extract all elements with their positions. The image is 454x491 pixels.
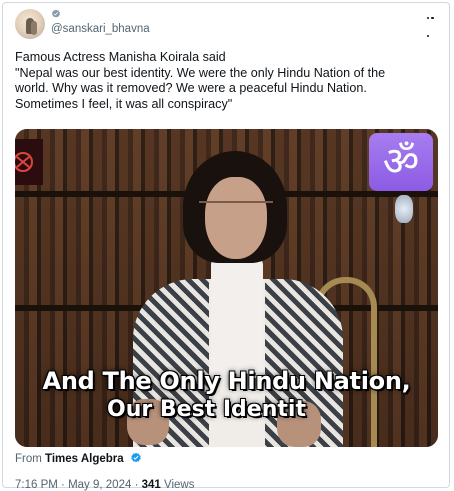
post-meta: 7:16 PM · May 9, 2024 · 341 Views [15,479,194,491]
post-date[interactable]: May 9, 2024 [68,479,131,491]
post-text-line: "Nepal was our best identity. We were th… [15,65,386,80]
post-text: Famous Actress Manisha Koirala said "Nep… [15,50,435,112]
post-time[interactable]: 7:16 PM [15,479,58,491]
post-text-line: Sometimes I feel, it was all conspiracy" [15,96,233,111]
meta-separator: · [134,479,139,491]
meta-separator: · [61,479,65,491]
channel-logo-icon [15,139,43,185]
source-prefix: From [15,453,42,465]
source-attribution: From Times Algebra [15,452,142,465]
post-text-line: world. Why was it removed? We were a pea… [15,81,367,96]
video-caption-line: And The Only Hindu Nation, [42,367,411,395]
views-label: Views [164,479,195,491]
om-badge-icon: ॐ [369,133,433,191]
lamp-image [395,195,413,223]
verified-badge-blue-icon [131,452,141,463]
views-count: 341 [141,479,161,491]
post-card: @sanskari_bhavna Famous Actress Manisha … [2,2,450,491]
video-caption-line: Our Best Identit [107,397,306,422]
post-text-line: Famous Actress Manisha Koirala said [15,50,226,64]
source-name-link[interactable]: Times Algebra [45,453,124,465]
verified-badge-gray-icon [52,9,60,18]
author-handle[interactable]: @sanskari_bhavna [51,23,150,35]
avatar[interactable] [15,9,45,39]
more-icon[interactable] [427,9,439,37]
video-thumbnail[interactable]: ॐ And The Only Hindu Nation, Our Best Id… [15,129,438,447]
